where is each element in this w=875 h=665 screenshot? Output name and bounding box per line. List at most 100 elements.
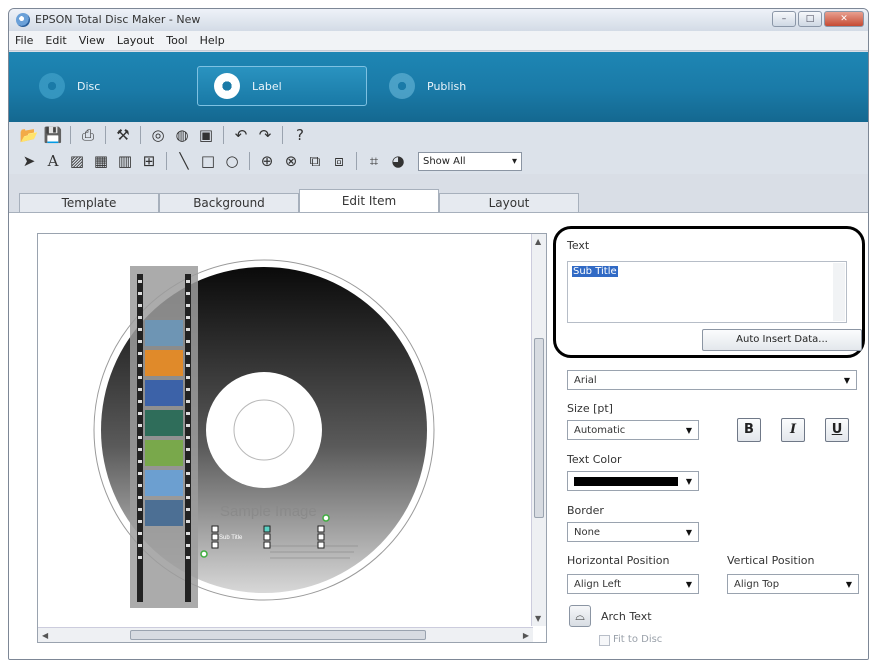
rotate-handle[interactable] xyxy=(322,514,330,522)
tools-icon[interactable]: ⚒ xyxy=(113,125,133,145)
size-label: Size [pt] xyxy=(567,402,613,415)
disc-settings-icon[interactable]: ◎ xyxy=(148,125,168,145)
tree-tool-icon[interactable]: ⊞ xyxy=(139,151,159,171)
border-select[interactable]: None ▼ xyxy=(567,522,699,542)
save-icon[interactable]: 💾 xyxy=(43,125,63,145)
mode-label-label: Label xyxy=(252,79,282,93)
auto-insert-data-button[interactable]: Auto Insert Data... xyxy=(702,329,862,351)
font-select[interactable]: Arial ▼ xyxy=(567,370,857,390)
vertical-position-label: Vertical Position xyxy=(727,554,815,567)
toolbar-divider xyxy=(223,126,224,144)
underline-button[interactable]: U xyxy=(825,418,849,442)
menu-layout[interactable]: Layout xyxy=(117,34,154,47)
mode-disc-label: Disc xyxy=(77,79,101,93)
mode-label-button[interactable]: Label xyxy=(197,66,367,106)
crop-icon[interactable]: ⌗ xyxy=(364,151,384,171)
line-tool-icon[interactable]: ╲ xyxy=(174,151,194,171)
fit-to-disc-checkbox[interactable] xyxy=(599,635,610,646)
sample-image-text[interactable]: Sample Image xyxy=(220,503,317,520)
barcode-tool-icon[interactable]: ▥ xyxy=(115,151,135,171)
canvas-vertical-scrollbar[interactable]: ▲ ▼ xyxy=(531,234,546,626)
film-strip-image[interactable] xyxy=(130,266,198,608)
menu-view[interactable]: View xyxy=(79,34,105,47)
photo-icon[interactable]: ▣ xyxy=(196,125,216,145)
rectangle-tool-icon[interactable]: □ xyxy=(198,151,218,171)
object-toolbar: ➤ A ▨ ▦ ▥ ⊞ ╲ □ ○ ⊕ ⊗ ⧉ ⧈ ⌗ ◕ Show All ▾ xyxy=(9,148,868,174)
vertical-position-select[interactable]: Align Top ▼ xyxy=(727,574,859,594)
toolbar-divider xyxy=(166,152,167,170)
redo-icon[interactable]: ↷ xyxy=(255,125,275,145)
text-tool-icon[interactable]: A xyxy=(43,151,63,171)
label-canvas[interactable]: Sample Image Sub Title ▲ ▼ ◀ ▶ xyxy=(37,233,547,643)
pointer-icon[interactable]: ➤ xyxy=(19,151,39,171)
horizontal-scroll-thumb[interactable] xyxy=(130,630,426,640)
italic-button[interactable]: I xyxy=(781,418,805,442)
send-back-icon[interactable]: ⧈ xyxy=(329,151,349,171)
image-tool-icon[interactable]: ▨ xyxy=(67,151,87,171)
horizontal-position-select[interactable]: Align Left ▼ xyxy=(567,574,699,594)
scroll-down-icon[interactable]: ▼ xyxy=(535,614,541,623)
mode-band: Disc Label Publish xyxy=(9,52,868,122)
text-input[interactable]: Sub Title xyxy=(567,261,847,323)
bring-front-icon[interactable]: ⧉ xyxy=(305,151,325,171)
edit-tabs: Template Background Edit Item Layout xyxy=(19,189,579,213)
menu-bar: File Edit View Layout Tool Help xyxy=(9,31,868,51)
scroll-up-icon[interactable]: ▲ xyxy=(535,237,541,246)
menu-file[interactable]: File xyxy=(15,34,33,47)
arch-text-button[interactable]: ⌓ xyxy=(569,605,591,627)
disc-hub xyxy=(206,372,322,488)
font-select-value: Arial xyxy=(574,374,597,386)
mode-disc-button[interactable]: Disc xyxy=(39,66,100,106)
align-horizontal-icon[interactable]: ⊕ xyxy=(257,151,277,171)
title-bar: EPSON Total Disc Maker - New – □ ✕ xyxy=(9,9,868,31)
text-label: Text xyxy=(567,239,590,252)
undo-icon[interactable]: ↶ xyxy=(231,125,251,145)
menu-tool[interactable]: Tool xyxy=(166,34,187,47)
chevron-down-icon: ▼ xyxy=(685,425,692,435)
ellipse-tool-icon[interactable]: ○ xyxy=(222,151,242,171)
open-folder-icon[interactable]: 📂 xyxy=(19,125,39,145)
tab-template[interactable]: Template xyxy=(19,193,159,213)
menu-edit[interactable]: Edit xyxy=(45,34,66,47)
table-tool-icon[interactable]: ▦ xyxy=(91,151,111,171)
scroll-right-icon[interactable]: ▶ xyxy=(523,631,529,640)
scroll-left-icon[interactable]: ◀ xyxy=(42,631,48,640)
text-color-label: Text Color xyxy=(567,453,622,466)
close-button[interactable]: ✕ xyxy=(824,11,864,27)
globe-icon[interactable]: ◍ xyxy=(172,125,192,145)
main-toolbar: 📂 💾 ⎙ ⚒ ◎ ◍ ▣ ↶ ↷ ? xyxy=(9,122,868,148)
selected-subtitle-text[interactable]: Sub Title xyxy=(219,535,243,541)
label-disc-icon xyxy=(214,73,240,99)
text-input-scrollbar[interactable] xyxy=(833,263,845,321)
disc-preview[interactable]: Sample Image Sub Title xyxy=(38,234,532,626)
canvas-horizontal-scrollbar[interactable]: ◀ ▶ xyxy=(38,627,533,642)
toolbar-divider xyxy=(140,126,141,144)
app-disc-icon xyxy=(16,13,30,27)
tab-edit-item[interactable]: Edit Item xyxy=(299,189,439,213)
bold-button[interactable]: B xyxy=(737,418,761,442)
disc-view-icon[interactable]: ◕ xyxy=(388,151,408,171)
arch-text-icon: ⌓ xyxy=(575,609,585,623)
mode-publish-label: Publish xyxy=(427,79,467,93)
minimize-button[interactable]: – xyxy=(772,11,796,27)
mode-publish-button[interactable]: Publish xyxy=(389,66,466,106)
print-icon[interactable]: ⎙ xyxy=(78,125,98,145)
anchor-handle[interactable] xyxy=(200,550,208,558)
size-select[interactable]: Automatic ▼ xyxy=(567,420,699,440)
tab-background[interactable]: Background xyxy=(159,193,299,213)
tab-layout[interactable]: Layout xyxy=(439,193,579,213)
chevron-down-icon: ▼ xyxy=(685,527,692,537)
vertical-scroll-thumb[interactable] xyxy=(534,338,544,518)
maximize-button[interactable]: □ xyxy=(798,11,822,27)
toolbar-divider xyxy=(356,152,357,170)
align-vertical-icon[interactable]: ⊗ xyxy=(281,151,301,171)
text-color-swatch xyxy=(574,476,678,486)
toolbar-divider xyxy=(282,126,283,144)
toolbar-divider xyxy=(249,152,250,170)
menu-help[interactable]: Help xyxy=(200,34,225,47)
tab-content: Sample Image Sub Title ▲ ▼ ◀ ▶ Text Sub … xyxy=(9,213,868,659)
help-icon[interactable]: ? xyxy=(290,125,310,145)
text-color-select[interactable]: ▼ xyxy=(567,471,699,491)
fit-to-disc-label: Fit to Disc xyxy=(613,634,663,645)
view-filter-select[interactable]: Show All ▾ xyxy=(418,151,522,171)
